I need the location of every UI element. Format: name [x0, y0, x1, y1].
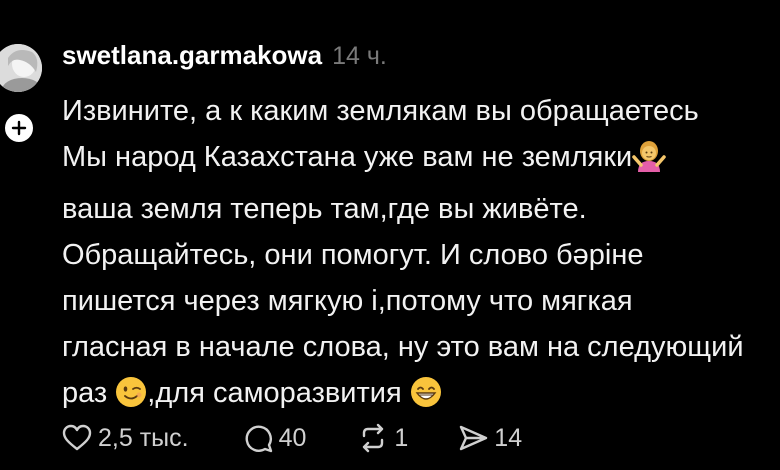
like-count: 2,5 тыс.: [98, 423, 189, 452]
comment-line: пишется через мягкую і,потому что мягкая: [62, 285, 633, 317]
repost-button[interactable]: 1: [358, 423, 408, 453]
post-header: swetlana.garmakowa 14 ч.: [62, 40, 387, 71]
share-button[interactable]: 14: [458, 424, 522, 453]
winking-face-emoji: [115, 376, 147, 422]
heart-icon: [62, 424, 92, 451]
grinning-face-emoji: [410, 376, 442, 422]
comment-line: Извините, а к каким землякам вы обращает…: [62, 95, 699, 127]
username[interactable]: swetlana.garmakowa: [62, 40, 322, 71]
repost-icon: [363, 423, 384, 453]
comment-line: раз ,для саморазвития: [62, 370, 780, 422]
plus-icon: [11, 120, 27, 136]
repost-count: 1: [394, 423, 409, 452]
comment-line-text: Мы народ Казахстана уже вам не земляки: [62, 141, 633, 173]
comment-icon: [245, 425, 272, 453]
comment-line: Мы народ Казахстана уже вам не земляки: [62, 134, 780, 186]
comment-line-text: ,для саморазвития: [147, 377, 410, 409]
person-shrugging-emoji: [632, 138, 666, 186]
post-actions: 2,5 тыс. 40 1 14: [62, 423, 522, 453]
comment-line: Обращайтесь, они помогут. И слово бәріне: [62, 239, 644, 271]
follow-button[interactable]: [2, 111, 36, 145]
comment-text: Извините, а к каким землякам вы обращает…: [62, 88, 780, 422]
reply-button[interactable]: 40: [243, 423, 307, 453]
reply-count: 40: [278, 423, 307, 452]
avatar[interactable]: [0, 44, 42, 92]
like-button[interactable]: 2,5 тыс.: [62, 424, 189, 453]
share-count: 14: [494, 423, 523, 452]
send-icon: [460, 425, 488, 451]
comment-line-text: раз: [62, 377, 116, 409]
comment-line: гласная в начале слова, ну это вам на сл…: [62, 331, 744, 363]
comment-line: ваша земля теперь там,где вы живёте.: [62, 193, 587, 225]
timestamp: 14 ч.: [332, 42, 387, 70]
